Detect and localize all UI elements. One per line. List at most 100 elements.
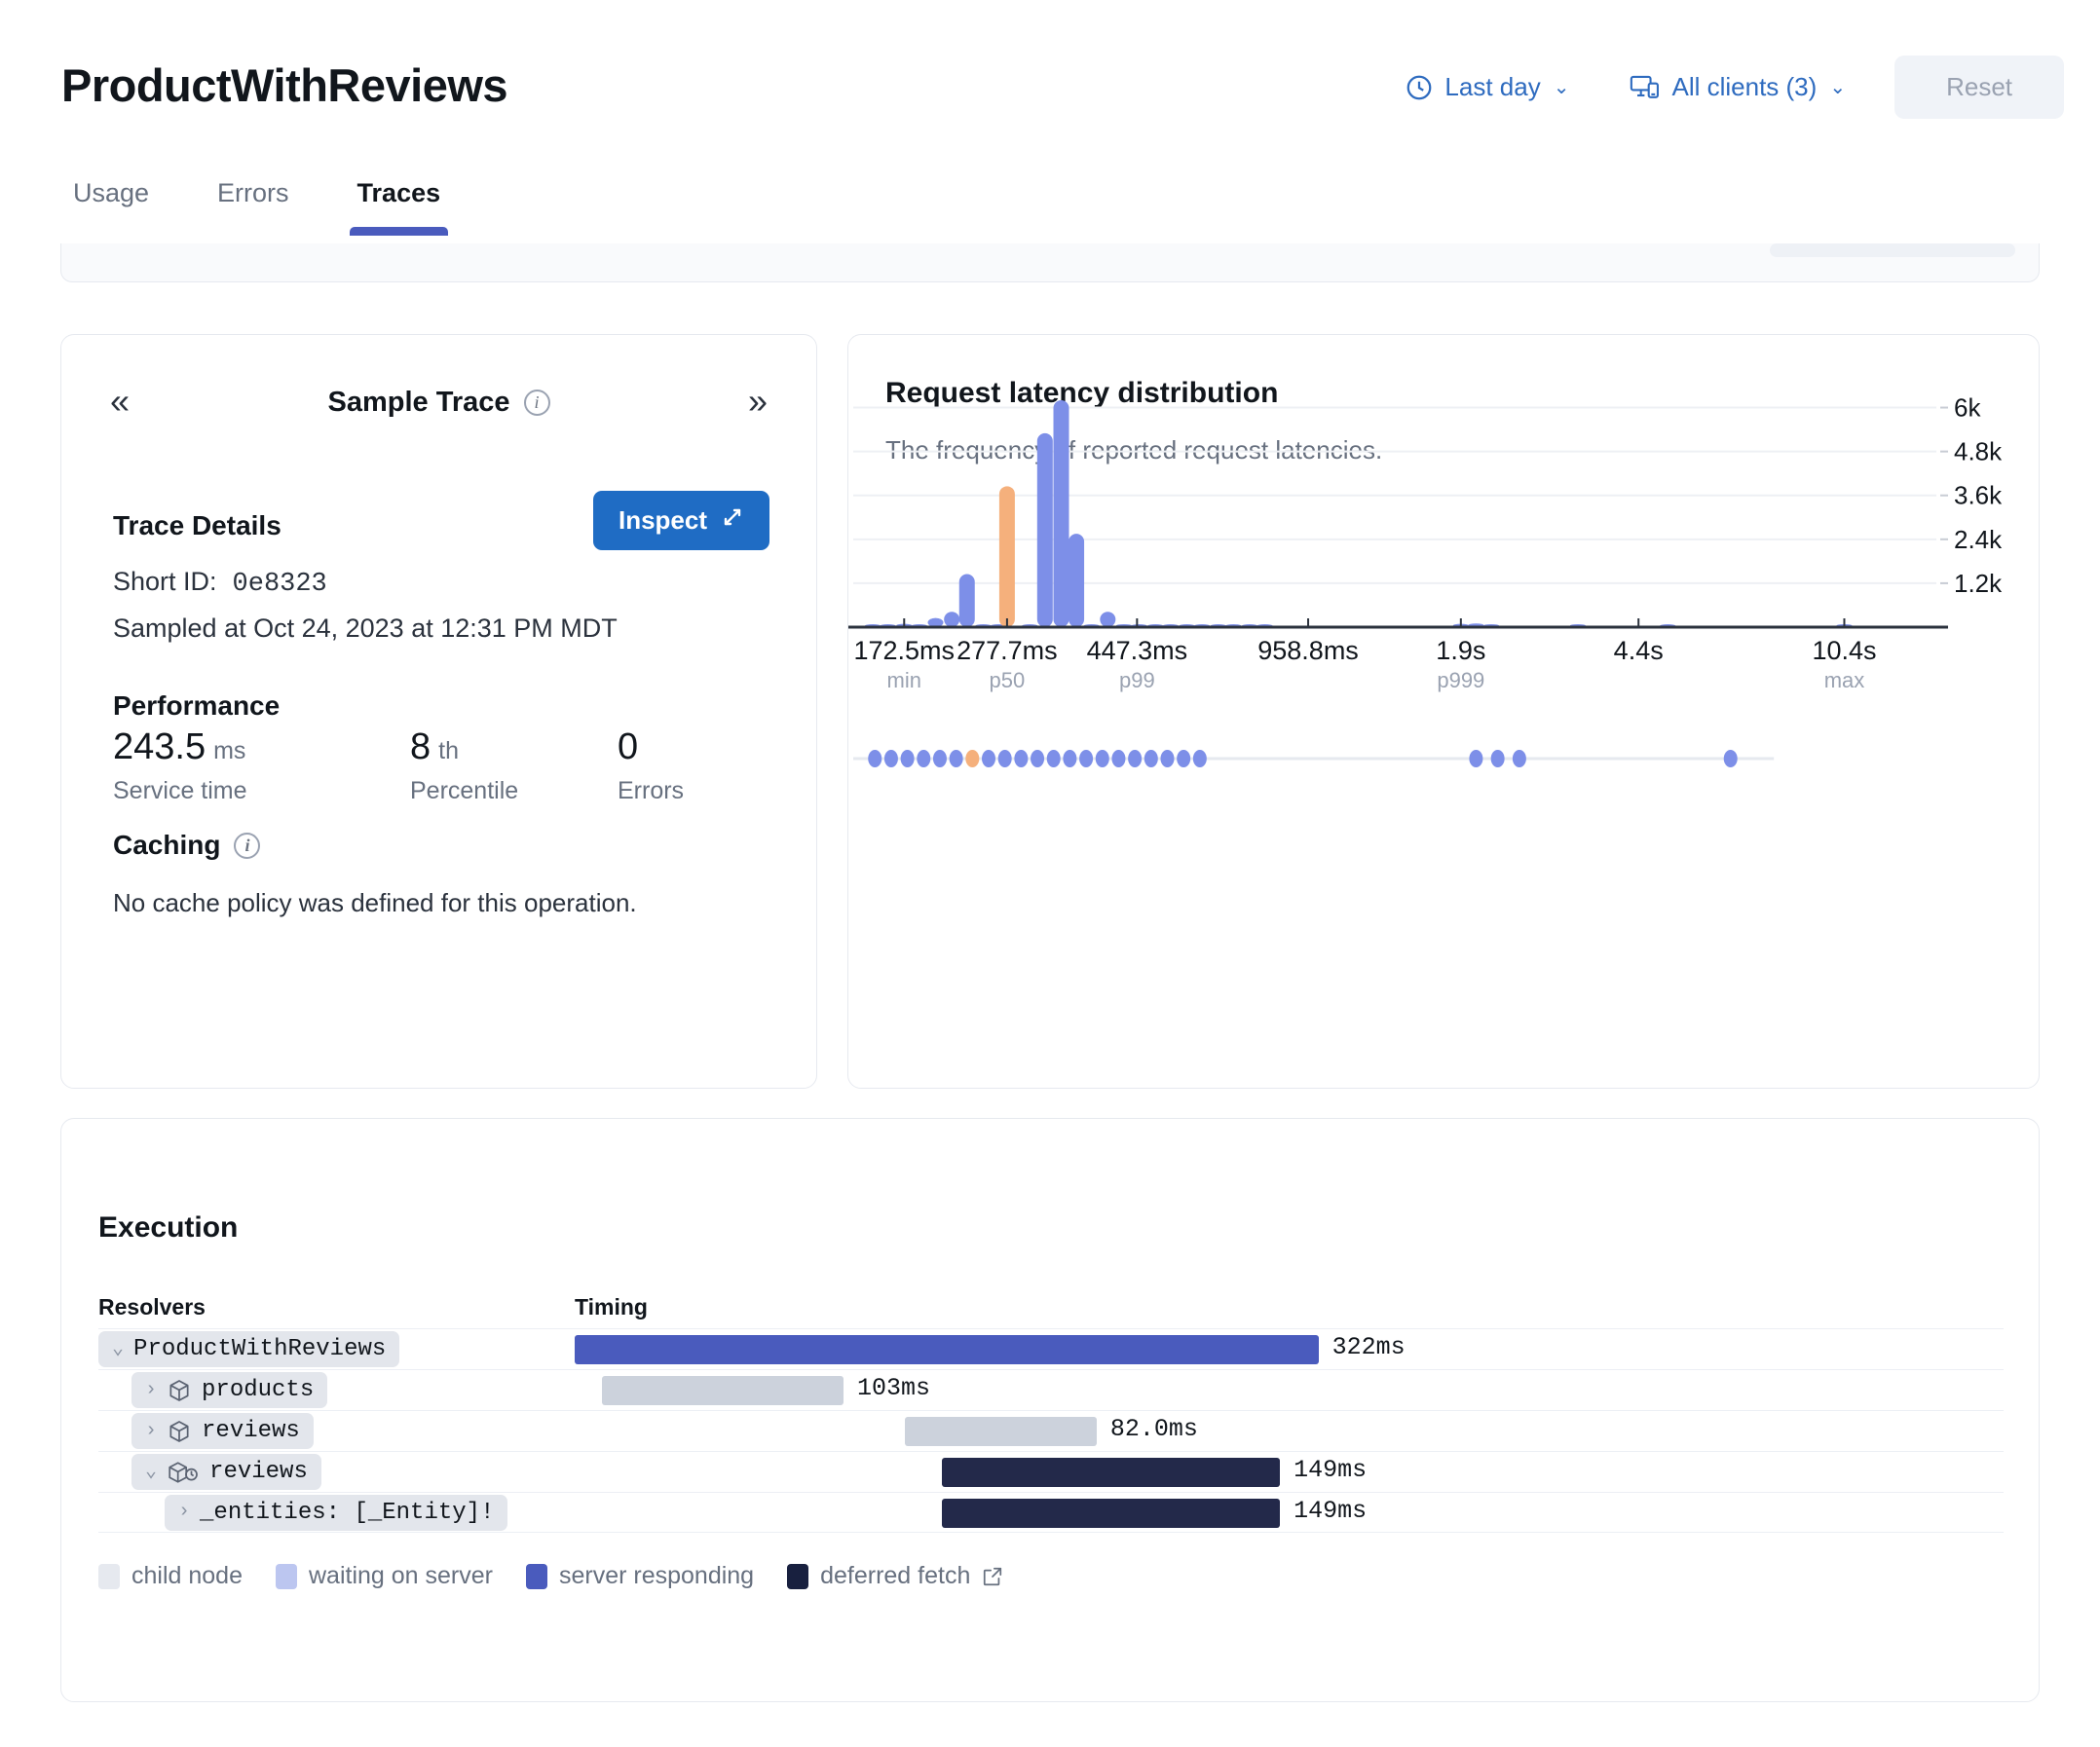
resolver-label: ProductWithReviews bbox=[133, 1336, 386, 1362]
timing-bar[interactable] bbox=[905, 1417, 1097, 1446]
histogram-bar[interactable] bbox=[999, 486, 1015, 627]
histogram-bar[interactable] bbox=[959, 575, 975, 627]
cube-icon bbox=[167, 1378, 192, 1403]
inspect-button[interactable]: Inspect bbox=[593, 491, 769, 550]
x-tick-label: 10.4s bbox=[1812, 636, 1876, 665]
tab-usage[interactable]: Usage bbox=[61, 170, 161, 236]
resolver-chip[interactable]: ›reviews bbox=[131, 1413, 314, 1449]
x-tick-label: 277.7ms bbox=[956, 636, 1058, 665]
trace-dot[interactable] bbox=[965, 750, 979, 767]
tab-errors[interactable]: Errors bbox=[206, 170, 301, 236]
clock-icon bbox=[1405, 73, 1434, 102]
chevron-down-icon[interactable]: ⌄ bbox=[145, 1463, 157, 1482]
inspect-label: Inspect bbox=[619, 505, 707, 536]
timing-bar[interactable] bbox=[942, 1499, 1280, 1528]
x-tick-sublabel: min bbox=[887, 668, 921, 692]
sampled-at-text: Sampled at Oct 24, 2023 at 12:31 PM MDT bbox=[113, 613, 618, 644]
trace-dot[interactable] bbox=[1079, 750, 1093, 767]
timing-value: 82.0ms bbox=[1110, 1415, 1198, 1443]
timing-legend: child nodewaiting on serverserver respon… bbox=[98, 1562, 1003, 1590]
chevron-right-icon[interactable]: › bbox=[178, 1503, 190, 1522]
timing-value: 149ms bbox=[1294, 1456, 1367, 1484]
execution-heading: Execution bbox=[98, 1211, 238, 1245]
resolver-chip[interactable]: ⌄reviews bbox=[131, 1454, 321, 1490]
legend-item: waiting on server bbox=[276, 1562, 493, 1590]
external-link-icon[interactable] bbox=[982, 1566, 1003, 1587]
trace-dot[interactable] bbox=[1144, 750, 1158, 767]
percentile-label: Percentile bbox=[410, 777, 618, 805]
histogram-bar[interactable] bbox=[1037, 433, 1053, 627]
trace-dot[interactable] bbox=[1177, 750, 1190, 767]
clients-label: All clients (3) bbox=[1671, 72, 1817, 102]
trace-dot[interactable] bbox=[1128, 750, 1142, 767]
histogram-bar[interactable] bbox=[1069, 534, 1084, 627]
timing-track: 103ms bbox=[575, 1370, 2004, 1411]
resolver-chip[interactable]: › products bbox=[131, 1372, 327, 1408]
trace-dot[interactable] bbox=[998, 750, 1012, 767]
info-icon[interactable]: i bbox=[234, 833, 260, 859]
trace-dot[interactable] bbox=[1063, 750, 1076, 767]
trace-dot[interactable] bbox=[1047, 750, 1061, 767]
page-header: ProductWithReviews Last day ⌄ bbox=[0, 0, 2100, 195]
reset-button[interactable]: Reset bbox=[1894, 56, 2064, 119]
y-tick-label: 1.2k bbox=[1954, 569, 2003, 598]
service-time-unit: ms bbox=[213, 737, 245, 765]
short-id-row: Short ID: 0e8323 bbox=[113, 567, 327, 599]
tab-traces[interactable]: Traces bbox=[346, 170, 453, 236]
resolver-row[interactable]: ⌄reviews 149ms bbox=[98, 1451, 2004, 1492]
clients-selector[interactable]: All clients (3) ⌄ bbox=[1612, 62, 1863, 112]
legend-label: waiting on server bbox=[309, 1562, 493, 1590]
histogram-bar[interactable] bbox=[944, 612, 959, 627]
trace-dot[interactable] bbox=[1096, 750, 1109, 767]
service-time-label: Service time bbox=[113, 777, 410, 805]
legend-item[interactable]: deferred fetch bbox=[787, 1562, 1003, 1590]
time-range-selector[interactable]: Last day ⌄ bbox=[1387, 62, 1587, 112]
latency-distribution-card: Request latency distribution The frequen… bbox=[847, 334, 2040, 1089]
resolver-chip[interactable]: ⌄ ProductWithReviews bbox=[98, 1331, 399, 1367]
timing-bar[interactable] bbox=[942, 1458, 1280, 1487]
trace-dot[interactable] bbox=[1491, 750, 1505, 767]
trace-dot[interactable] bbox=[1031, 750, 1044, 767]
metric-percentile: 8 th Percentile bbox=[410, 726, 618, 805]
trace-dot[interactable] bbox=[982, 750, 995, 767]
resolver-rows: ⌄ProductWithReviews322ms›products103ms›r… bbox=[98, 1328, 2004, 1533]
trace-dot[interactable] bbox=[933, 750, 947, 767]
chevron-right-icon[interactable]: › bbox=[145, 1422, 157, 1441]
chevron-down-icon[interactable]: ⌄ bbox=[112, 1340, 124, 1359]
column-header-resolvers: Resolvers bbox=[98, 1294, 206, 1320]
info-icon[interactable]: i bbox=[524, 390, 550, 416]
chevron-right-icon[interactable]: › bbox=[145, 1381, 157, 1400]
trace-dot[interactable] bbox=[1193, 750, 1207, 767]
trace-dot[interactable] bbox=[1111, 750, 1125, 767]
trace-dot[interactable] bbox=[1014, 750, 1028, 767]
trace-dot[interactable] bbox=[1469, 750, 1482, 767]
latency-histogram[interactable]: 1.2k2.4k3.6k4.8k6k172.5msmin277.7msp5044… bbox=[848, 335, 2041, 1090]
resolver-row[interactable]: ⌄ProductWithReviews322ms bbox=[98, 1328, 2004, 1369]
expand-icon bbox=[721, 505, 744, 536]
timing-bar[interactable] bbox=[575, 1335, 1319, 1364]
trace-dot[interactable] bbox=[868, 750, 881, 767]
chevron-down-icon: ⌄ bbox=[1829, 75, 1846, 99]
trace-dot[interactable] bbox=[1160, 750, 1174, 767]
trace-dot[interactable] bbox=[1513, 750, 1526, 767]
trace-dot[interactable] bbox=[1724, 750, 1738, 767]
resolver-row[interactable]: › products 103ms bbox=[98, 1369, 2004, 1410]
y-tick-label: 6k bbox=[1954, 393, 1981, 423]
timing-bar[interactable] bbox=[602, 1376, 844, 1405]
y-tick-label: 3.6k bbox=[1954, 481, 2003, 510]
column-header-timing: Timing bbox=[575, 1294, 648, 1320]
caching-description: No cache policy was defined for this ope… bbox=[113, 888, 637, 918]
trace-dot[interactable] bbox=[917, 750, 930, 767]
resolver-chip[interactable]: ›_entities: [_Entity]! bbox=[165, 1495, 507, 1531]
legend-swatch bbox=[526, 1564, 547, 1589]
histogram-bar[interactable] bbox=[1054, 400, 1069, 627]
resolver-row[interactable]: ›_entities: [_Entity]! 149ms bbox=[98, 1492, 2004, 1533]
trace-dot[interactable] bbox=[884, 750, 898, 767]
timing-value: 149ms bbox=[1294, 1497, 1367, 1525]
resolver-row[interactable]: ›reviews 82.0ms bbox=[98, 1410, 2004, 1451]
resolver-label: products bbox=[202, 1377, 314, 1403]
histogram-bar[interactable] bbox=[1100, 612, 1115, 627]
trace-dot[interactable] bbox=[901, 750, 915, 767]
errors-value: 0 bbox=[618, 726, 638, 768]
trace-dot[interactable] bbox=[950, 750, 963, 767]
